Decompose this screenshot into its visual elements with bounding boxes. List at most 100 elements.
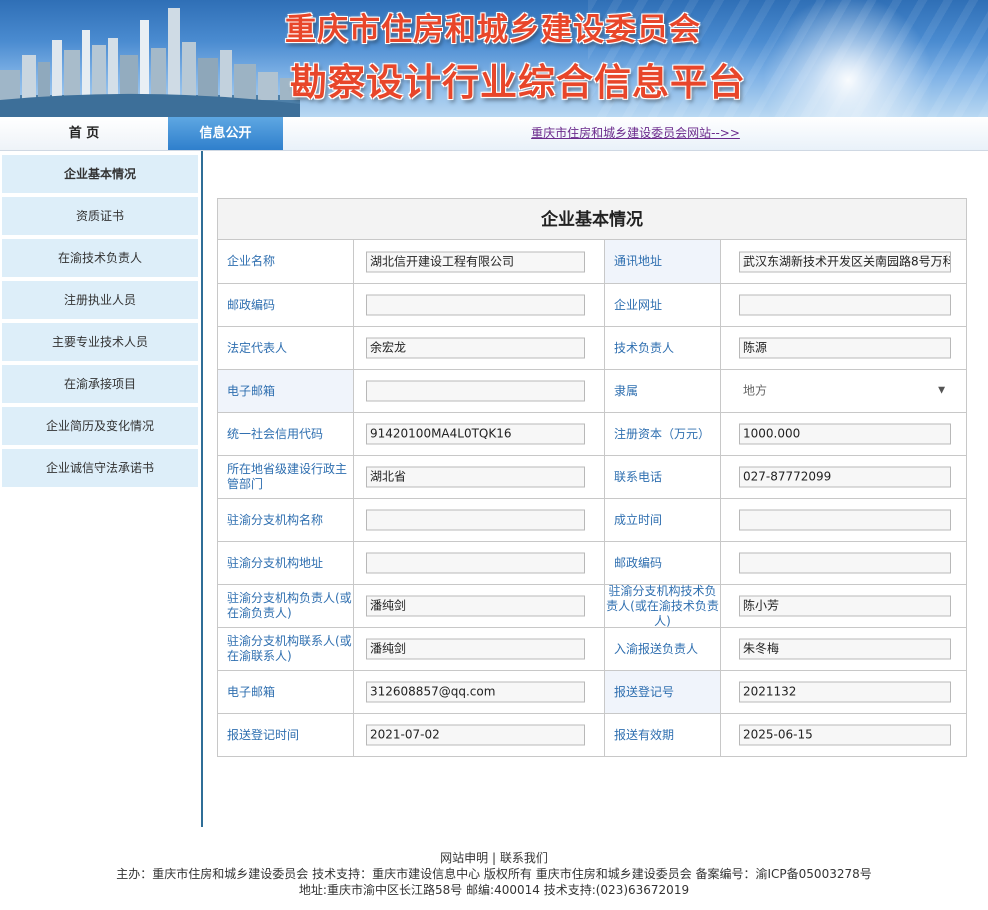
field-label: 联系电话 xyxy=(605,456,721,498)
phone-field[interactable]: 027-87772099 xyxy=(739,466,951,488)
sidebar-item-registered-staff[interactable]: 注册执业人员 xyxy=(2,281,198,319)
field-value-cell: 91420100MA4L0TQK16 xyxy=(354,413,605,455)
table-row: 统一社会信用代码 91420100MA4L0TQK16 注册资本（万元） 100… xyxy=(218,412,966,455)
city-skyline-image xyxy=(0,8,300,117)
field-label: 技术负责人 xyxy=(605,327,721,369)
field-label: 报送登记时间 xyxy=(218,714,354,756)
sidebar: 企业基本情况 资质证书 在渝技术负责人 注册执业人员 主要专业技术人员 在渝承接… xyxy=(0,151,203,827)
sidebar-item-basic-info[interactable]: 企业基本情况 xyxy=(2,155,198,193)
field-value-cell: 湖北省 xyxy=(354,456,605,498)
chevron-down-icon: ▼ xyxy=(938,385,945,396)
field-value-cell: 2021-07-02 xyxy=(354,714,605,756)
field-value-cell: 潘纯剑 xyxy=(354,585,605,627)
table-row: 驻渝分支机构联系人(或在渝联系人) 潘纯剑 入渝报送负责人 朱冬梅 xyxy=(218,627,966,670)
field-label: 驻渝分支机构联系人(或在渝联系人) xyxy=(218,628,354,670)
province-authority-field[interactable]: 湖北省 xyxy=(366,466,585,488)
field-label: 驻渝分支机构名称 xyxy=(218,499,354,541)
field-label: 所在地省级建设行政主管部门 xyxy=(218,456,354,498)
field-label: 入渝报送负责人 xyxy=(605,628,721,670)
field-value-cell xyxy=(354,542,605,584)
field-value-cell: 1000.000 xyxy=(721,413,968,455)
address-field[interactable]: 武汉东湖新技术开发区关南园路8号万科 xyxy=(739,251,951,272)
nav-external-link-bar: 重庆市住房和城乡建设委员会网站-->> xyxy=(283,117,988,150)
branch-head-field[interactable]: 潘纯剑 xyxy=(366,595,585,617)
registration-number-field[interactable]: 2021132 xyxy=(739,681,951,703)
legal-rep-field[interactable]: 余宏龙 xyxy=(366,337,585,359)
field-label: 企业网址 xyxy=(605,284,721,326)
field-value-cell: 潘纯剑 xyxy=(354,628,605,670)
field-label: 驻渝分支机构技术负责人(或在渝技术负责人) xyxy=(605,584,721,628)
registration-date-field[interactable]: 2021-07-02 xyxy=(366,724,585,746)
nav-home[interactable]: 首 页 xyxy=(0,117,168,150)
field-label: 注册资本（万元） xyxy=(605,413,721,455)
field-value-cell xyxy=(721,542,968,584)
table-row: 法定代表人 余宏龙 技术负责人 陈源 xyxy=(218,326,966,369)
table-row: 驻渝分支机构地址 邮政编码 xyxy=(218,541,966,584)
branch-name-field[interactable] xyxy=(366,509,585,531)
basic-info-panel: 企业基本情况 企业名称 湖北信开建设工程有限公司 通讯地址 武汉东湖新技术开发区… xyxy=(217,198,967,758)
sidebar-item-tech-lead[interactable]: 在渝技术负责人 xyxy=(2,239,198,277)
nav-info-public[interactable]: 信息公开 xyxy=(168,117,283,150)
company-name-field[interactable]: 湖北信开建设工程有限公司 xyxy=(366,251,585,272)
affiliation-select[interactable]: 地方 ▼ xyxy=(739,381,951,402)
field-value-cell xyxy=(721,284,968,326)
field-label: 法定代表人 xyxy=(218,327,354,369)
field-value-cell: 湖北信开建设工程有限公司 xyxy=(354,240,605,283)
banner-title-line2: 勘察设计行业综合信息平台 xyxy=(290,61,746,104)
email-field[interactable] xyxy=(366,380,585,402)
credit-code-field[interactable]: 91420100MA4L0TQK16 xyxy=(366,423,585,445)
commission-website-link[interactable]: 重庆市住房和城乡建设委员会网站-->> xyxy=(531,126,740,140)
field-value-cell xyxy=(354,370,605,412)
field-label: 报送有效期 xyxy=(605,714,721,756)
field-label: 邮政编码 xyxy=(605,542,721,584)
branch-email-field[interactable]: 312608857@qq.com xyxy=(366,681,585,703)
sidebar-item-main-tech-staff[interactable]: 主要专业技术人员 xyxy=(2,323,198,361)
table-row: 电子邮箱 312608857@qq.com 报送登记号 2021132 xyxy=(218,670,966,713)
registered-capital-field[interactable]: 1000.000 xyxy=(739,423,951,445)
website-field[interactable] xyxy=(739,294,951,316)
banner-title-line1: 重庆市住房和城乡建设委员会 xyxy=(285,12,701,48)
table-row: 驻渝分支机构负责人(或在渝负责人) 潘纯剑 驻渝分支机构技术负责人(或在渝技术负… xyxy=(218,584,968,628)
field-value-cell: 2025-06-15 xyxy=(721,714,968,756)
table-row: 驻渝分支机构名称 成立时间 xyxy=(218,498,966,541)
affiliation-value: 地方 xyxy=(743,383,768,398)
field-value-cell xyxy=(354,284,605,326)
field-label: 隶属 xyxy=(605,370,721,412)
field-value-cell: 陈小芳 xyxy=(721,585,968,627)
field-label: 统一社会信用代码 xyxy=(218,413,354,455)
branch-address-field[interactable] xyxy=(366,552,585,574)
field-label: 驻渝分支机构负责人(或在渝负责人) xyxy=(218,585,354,627)
submission-lead-field[interactable]: 朱冬梅 xyxy=(739,638,951,660)
footer-sponsor: 主办：重庆市住房和城乡建设委员会 技术支持：重庆市建设信息中心 版权所有 重庆市… xyxy=(116,867,872,881)
sidebar-item-projects[interactable]: 在渝承接项目 xyxy=(2,365,198,403)
field-value-cell: 312608857@qq.com xyxy=(354,671,605,713)
established-date-field[interactable] xyxy=(739,509,951,531)
field-label: 通讯地址 xyxy=(605,240,721,283)
tech-lead-field[interactable]: 陈源 xyxy=(739,337,951,359)
table-row: 报送登记时间 2021-07-02 报送有效期 2025-06-15 xyxy=(218,713,966,756)
field-value-cell: 地方 ▼ xyxy=(721,370,968,412)
field-label: 邮政编码 xyxy=(218,284,354,326)
field-label: 驻渝分支机构地址 xyxy=(218,542,354,584)
header-banner: 重庆市住房和城乡建设委员会 勘察设计行业综合信息平台 xyxy=(0,0,988,117)
field-value-cell xyxy=(721,499,968,541)
postal-code-field[interactable] xyxy=(366,294,585,316)
field-label: 报送登记号 xyxy=(605,671,721,713)
field-label: 企业名称 xyxy=(218,240,354,283)
sidebar-item-qualification[interactable]: 资质证书 xyxy=(2,197,198,235)
field-value-cell: 027-87772099 xyxy=(721,456,968,498)
sidebar-item-integrity-pledge[interactable]: 企业诚信守法承诺书 xyxy=(2,449,198,487)
field-label: 成立时间 xyxy=(605,499,721,541)
sidebar-item-history[interactable]: 企业简历及变化情况 xyxy=(2,407,198,445)
field-value-cell: 陈源 xyxy=(721,327,968,369)
field-value-cell: 朱冬梅 xyxy=(721,628,968,670)
branch-postal-code-field[interactable] xyxy=(739,552,951,574)
validity-date-field[interactable]: 2025-06-15 xyxy=(739,724,951,746)
footer-links[interactable]: 网站申明 | 联系我们 xyxy=(0,850,988,866)
field-value-cell: 余宏龙 xyxy=(354,327,605,369)
branch-tech-lead-field[interactable]: 陈小芳 xyxy=(739,595,951,617)
panel-title: 企业基本情况 xyxy=(217,198,967,240)
info-grid: 企业名称 湖北信开建设工程有限公司 通讯地址 武汉东湖新技术开发区关南园路8号万… xyxy=(217,240,967,757)
branch-contact-field[interactable]: 潘纯剑 xyxy=(366,638,585,660)
field-value-cell xyxy=(354,499,605,541)
